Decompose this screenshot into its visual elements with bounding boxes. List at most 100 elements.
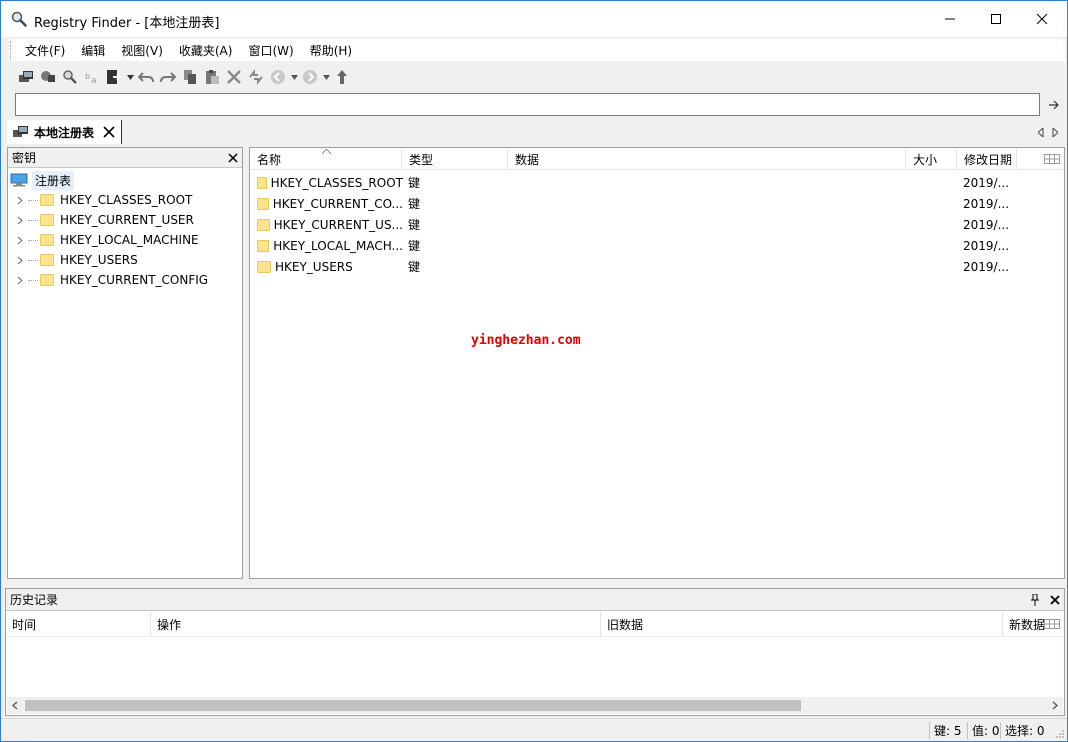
menu-favorites[interactable]: 收藏夹(A) xyxy=(171,39,241,61)
forward-dropdown[interactable] xyxy=(321,66,331,88)
row-data xyxy=(514,235,904,256)
history-panel: 历史记录 时间 操作 旧数据 新数据 xyxy=(5,588,1065,716)
maximize-button[interactable] xyxy=(973,1,1019,37)
export-dropdown[interactable] xyxy=(125,66,135,88)
history-col-old-data[interactable]: 旧数据 xyxy=(601,611,1003,637)
undo-icon xyxy=(138,72,154,83)
column-header-name[interactable]: 名称 xyxy=(250,148,402,170)
history-column-headers: 时间 操作 旧数据 新数据 xyxy=(6,611,1064,637)
row-name-cell: HKEY_USERS xyxy=(257,256,403,277)
list-row[interactable]: HKEY_CLASSES_ROOT 键 2019/... xyxy=(250,172,1064,193)
column-header-type[interactable]: 类型 xyxy=(402,148,508,170)
triangle-right-icon xyxy=(1052,127,1058,137)
column-header-data[interactable]: 数据 xyxy=(508,148,906,170)
tab-local-registry[interactable]: 本地注册表 xyxy=(7,120,123,144)
local-registry-button[interactable] xyxy=(15,66,37,88)
paste-button[interactable] xyxy=(201,66,223,88)
list-row[interactable]: HKEY_USERS 键 2019/... xyxy=(250,256,1064,277)
magnifier-app-icon xyxy=(11,11,27,27)
row-size xyxy=(912,256,957,277)
chevron-down-icon xyxy=(322,74,330,80)
pin-icon[interactable] xyxy=(1030,593,1040,606)
column-label: 类型 xyxy=(409,152,434,167)
column-chooser-icon[interactable] xyxy=(1044,619,1060,629)
go-button[interactable] xyxy=(1045,96,1063,114)
chevron-right-icon[interactable] xyxy=(14,214,26,226)
sort-ascending-icon xyxy=(322,149,331,154)
back-button[interactable] xyxy=(267,66,289,88)
redo-icon xyxy=(160,72,176,83)
resize-grip-icon[interactable] xyxy=(1055,729,1065,739)
tab-label: 本地注册表 xyxy=(34,125,95,140)
tree-root[interactable]: 注册表 xyxy=(8,170,242,190)
chevron-down-icon xyxy=(126,74,134,80)
refresh-button[interactable] xyxy=(245,66,267,88)
scroll-thumb[interactable] xyxy=(25,700,801,711)
chevron-right-icon[interactable] xyxy=(14,274,26,286)
tree-item-hkey-users[interactable]: HKEY_USERS xyxy=(8,250,242,270)
close-tab-icon[interactable] xyxy=(103,126,115,138)
close-panel-icon[interactable] xyxy=(1050,594,1060,605)
undo-button[interactable] xyxy=(135,66,157,88)
close-pane-icon[interactable] xyxy=(228,152,238,163)
copy-button[interactable] xyxy=(179,66,201,88)
list-row[interactable]: HKEY_LOCAL_MACH... 键 2019/... xyxy=(250,235,1064,256)
tree-item-hkey-current-config[interactable]: HKEY_CURRENT_CONFIG xyxy=(8,270,242,290)
folder-icon xyxy=(257,239,270,252)
column-label: 时间 xyxy=(12,617,37,632)
chevron-right-icon[interactable] xyxy=(14,234,26,246)
scroll-left-button[interactable] xyxy=(9,699,21,712)
tree-item-hkey-local-machine[interactable]: HKEY_LOCAL_MACHINE xyxy=(8,230,242,250)
row-date: 2019/... xyxy=(963,259,1010,274)
tree-root-label: 注册表 xyxy=(32,170,75,190)
scroll-right-button[interactable] xyxy=(1049,699,1061,712)
up-button[interactable] xyxy=(331,66,353,88)
row-name: HKEY_CLASSES_ROOT xyxy=(270,175,403,190)
toolbar: ba xyxy=(15,65,353,89)
minimize-button[interactable] xyxy=(927,1,973,37)
row-type: 键 xyxy=(408,218,421,232)
history-col-time[interactable]: 时间 xyxy=(6,611,151,637)
history-horizontal-scrollbar[interactable] xyxy=(7,697,1063,714)
row-size xyxy=(912,235,957,256)
list-row[interactable]: HKEY_CURRENT_US... 键 2019/... xyxy=(250,214,1064,235)
svg-text:a: a xyxy=(91,76,97,85)
tab-scroll-right-button[interactable] xyxy=(1049,125,1061,139)
menu-view[interactable]: 视图(V) xyxy=(113,39,171,61)
delete-button[interactable] xyxy=(223,66,245,88)
list-row[interactable]: HKEY_CURRENT_CO... 键 2019/... xyxy=(250,193,1064,214)
status-value-count: 值: 0 xyxy=(967,722,1004,739)
history-col-new-data[interactable]: 新数据 xyxy=(1003,611,1045,637)
forward-button[interactable] xyxy=(299,66,321,88)
row-date: 2019/... xyxy=(963,175,1010,190)
menu-help[interactable]: 帮助(H) xyxy=(302,39,360,61)
history-col-operation[interactable]: 操作 xyxy=(151,611,601,637)
replace-button[interactable]: ba xyxy=(81,66,103,88)
back-dropdown[interactable] xyxy=(289,66,299,88)
menu-edit[interactable]: 编辑 xyxy=(73,39,113,61)
close-window-button[interactable] xyxy=(1019,1,1065,37)
tree-line xyxy=(28,279,38,281)
address-input[interactable] xyxy=(15,93,1040,116)
chevron-right-icon[interactable] xyxy=(14,254,26,266)
tree-item-hkey-current-user[interactable]: HKEY_CURRENT_USER xyxy=(8,210,242,230)
remote-registry-button[interactable] xyxy=(37,66,59,88)
folder-icon xyxy=(257,218,270,231)
column-header-modified[interactable]: 修改日期 xyxy=(957,148,1017,170)
redo-button[interactable] xyxy=(157,66,179,88)
chevron-right-icon[interactable] xyxy=(14,194,26,206)
menu-grip xyxy=(10,41,13,59)
column-header-size[interactable]: 大小 xyxy=(906,148,957,170)
menu-window[interactable]: 窗口(W) xyxy=(240,39,301,61)
export-button[interactable] xyxy=(103,66,125,88)
folder-icon xyxy=(257,260,271,273)
tab-scroll-left-button[interactable] xyxy=(1035,125,1047,139)
menu-file[interactable]: 文件(F) xyxy=(17,39,73,61)
row-size xyxy=(912,172,957,193)
tree-item-hkey-classes-root[interactable]: HKEY_CLASSES_ROOT xyxy=(8,190,242,210)
local-registry-icon xyxy=(13,126,28,137)
find-button[interactable] xyxy=(59,66,81,88)
row-type: 键 xyxy=(408,176,421,190)
column-chooser-icon[interactable] xyxy=(1044,154,1060,164)
folder-icon xyxy=(40,214,54,226)
